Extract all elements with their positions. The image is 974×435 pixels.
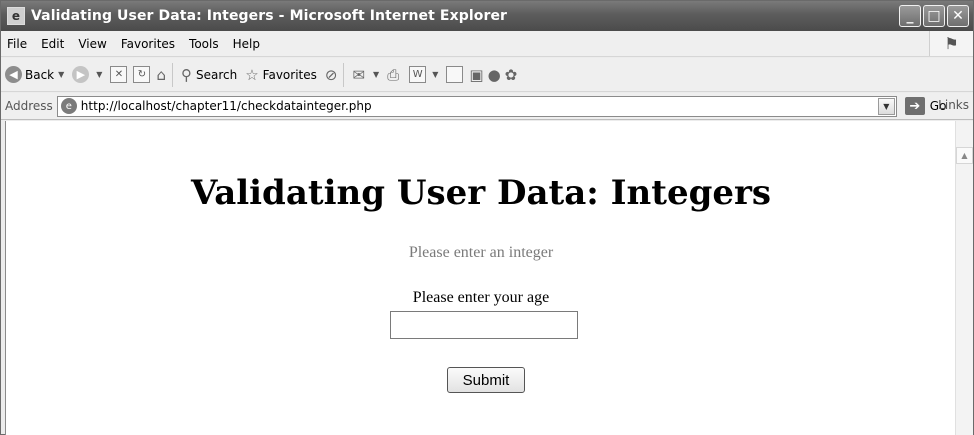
search-label: Search bbox=[195, 67, 238, 82]
go-arrow-icon: ➔ bbox=[904, 97, 925, 115]
print-icon[interactable]: ⎙ bbox=[387, 66, 399, 84]
refresh-icon[interactable]: ↻ bbox=[133, 66, 151, 83]
links-button[interactable]: Links bbox=[938, 98, 969, 112]
age-input[interactable] bbox=[390, 311, 578, 339]
menu-favorites[interactable]: Favorites bbox=[121, 37, 175, 51]
star-icon: ☆ bbox=[245, 65, 259, 84]
toolbar-separator bbox=[343, 62, 345, 87]
scroll-up-icon[interactable]: ▲ bbox=[956, 147, 973, 164]
age-label: Please enter your age bbox=[412, 289, 550, 306]
menu-file[interactable]: File bbox=[7, 37, 27, 51]
stop-icon[interactable]: ✕ bbox=[110, 66, 128, 83]
home-icon[interactable]: ⌂ bbox=[156, 66, 166, 84]
media-icon[interactable]: ⊘ bbox=[325, 66, 338, 84]
toolbar: ◀ Back ▼ ▶ ▼ ✕ ↻ ⌂ ⚲ Search ☆ Favorites … bbox=[1, 58, 973, 92]
address-dropdown-icon[interactable]: ▼ bbox=[877, 97, 895, 115]
favorites-button[interactable]: ☆ Favorites bbox=[245, 66, 317, 84]
edit-word-icon[interactable]: W bbox=[409, 66, 427, 83]
favorites-label: Favorites bbox=[262, 67, 317, 82]
mail-dropdown-icon[interactable]: ▼ bbox=[373, 70, 379, 79]
menu-bar: File Edit View Favorites Tools Help ⚑ bbox=[1, 31, 973, 57]
close-button[interactable]: ✕ bbox=[947, 5, 969, 27]
edit-dropdown-icon[interactable]: ▼ bbox=[432, 70, 438, 79]
ie-document-icon: e bbox=[7, 7, 25, 25]
browser-window: e Validating User Data: Integers - Micro… bbox=[0, 0, 974, 435]
windows-logo-icon: ⚑ bbox=[929, 31, 973, 56]
messenger-icon[interactable]: ● bbox=[488, 66, 501, 84]
forward-arrow-icon: ▶ bbox=[72, 66, 90, 83]
mail-icon[interactable]: ✉ bbox=[352, 66, 365, 84]
menu-help[interactable]: Help bbox=[233, 37, 260, 51]
submit-button[interactable]: Submit bbox=[447, 367, 525, 393]
back-button[interactable]: ◀ Back ▼ bbox=[5, 66, 64, 83]
vertical-scrollbar[interactable]: ▲ bbox=[955, 121, 973, 435]
search-button[interactable]: ⚲ Search bbox=[181, 66, 237, 84]
validation-message: Please enter an integer bbox=[408, 244, 554, 261]
back-dropdown-icon[interactable]: ▼ bbox=[58, 70, 64, 79]
window-controls: _ □ ✕ bbox=[899, 5, 969, 27]
minimize-button[interactable]: _ bbox=[899, 5, 921, 27]
back-label: Back bbox=[25, 67, 55, 82]
back-arrow-icon: ◀ bbox=[5, 66, 22, 83]
research-icon[interactable]: ▣ bbox=[469, 66, 483, 84]
menu-tools[interactable]: Tools bbox=[189, 37, 219, 51]
page-content: Validating User Data: Integers Please en… bbox=[5, 121, 955, 435]
window-title: Validating User Data: Integers - Microso… bbox=[31, 8, 508, 24]
forward-button[interactable]: ▶ ▼ bbox=[72, 66, 102, 83]
address-label: Address bbox=[5, 99, 53, 113]
address-input[interactable]: e http://localhost/chapter11/checkdatain… bbox=[56, 95, 897, 117]
discuss-icon[interactable] bbox=[446, 66, 464, 83]
msn-icon[interactable]: ✿ bbox=[505, 66, 518, 84]
forward-dropdown-icon[interactable]: ▼ bbox=[96, 70, 102, 79]
address-bar: Address e http://localhost/chapter11/che… bbox=[1, 93, 973, 120]
page-heading: Validating User Data: Integers bbox=[190, 173, 772, 213]
search-icon: ⚲ bbox=[180, 65, 192, 84]
toolbar-separator bbox=[171, 62, 173, 87]
maximize-button[interactable]: □ bbox=[923, 5, 945, 27]
menu-edit[interactable]: Edit bbox=[41, 37, 64, 51]
page-icon: e bbox=[60, 98, 77, 114]
menu-view[interactable]: View bbox=[78, 37, 106, 51]
address-url: http://localhost/chapter11/checkdatainte… bbox=[80, 99, 372, 113]
title-bar: e Validating User Data: Integers - Micro… bbox=[1, 1, 973, 31]
